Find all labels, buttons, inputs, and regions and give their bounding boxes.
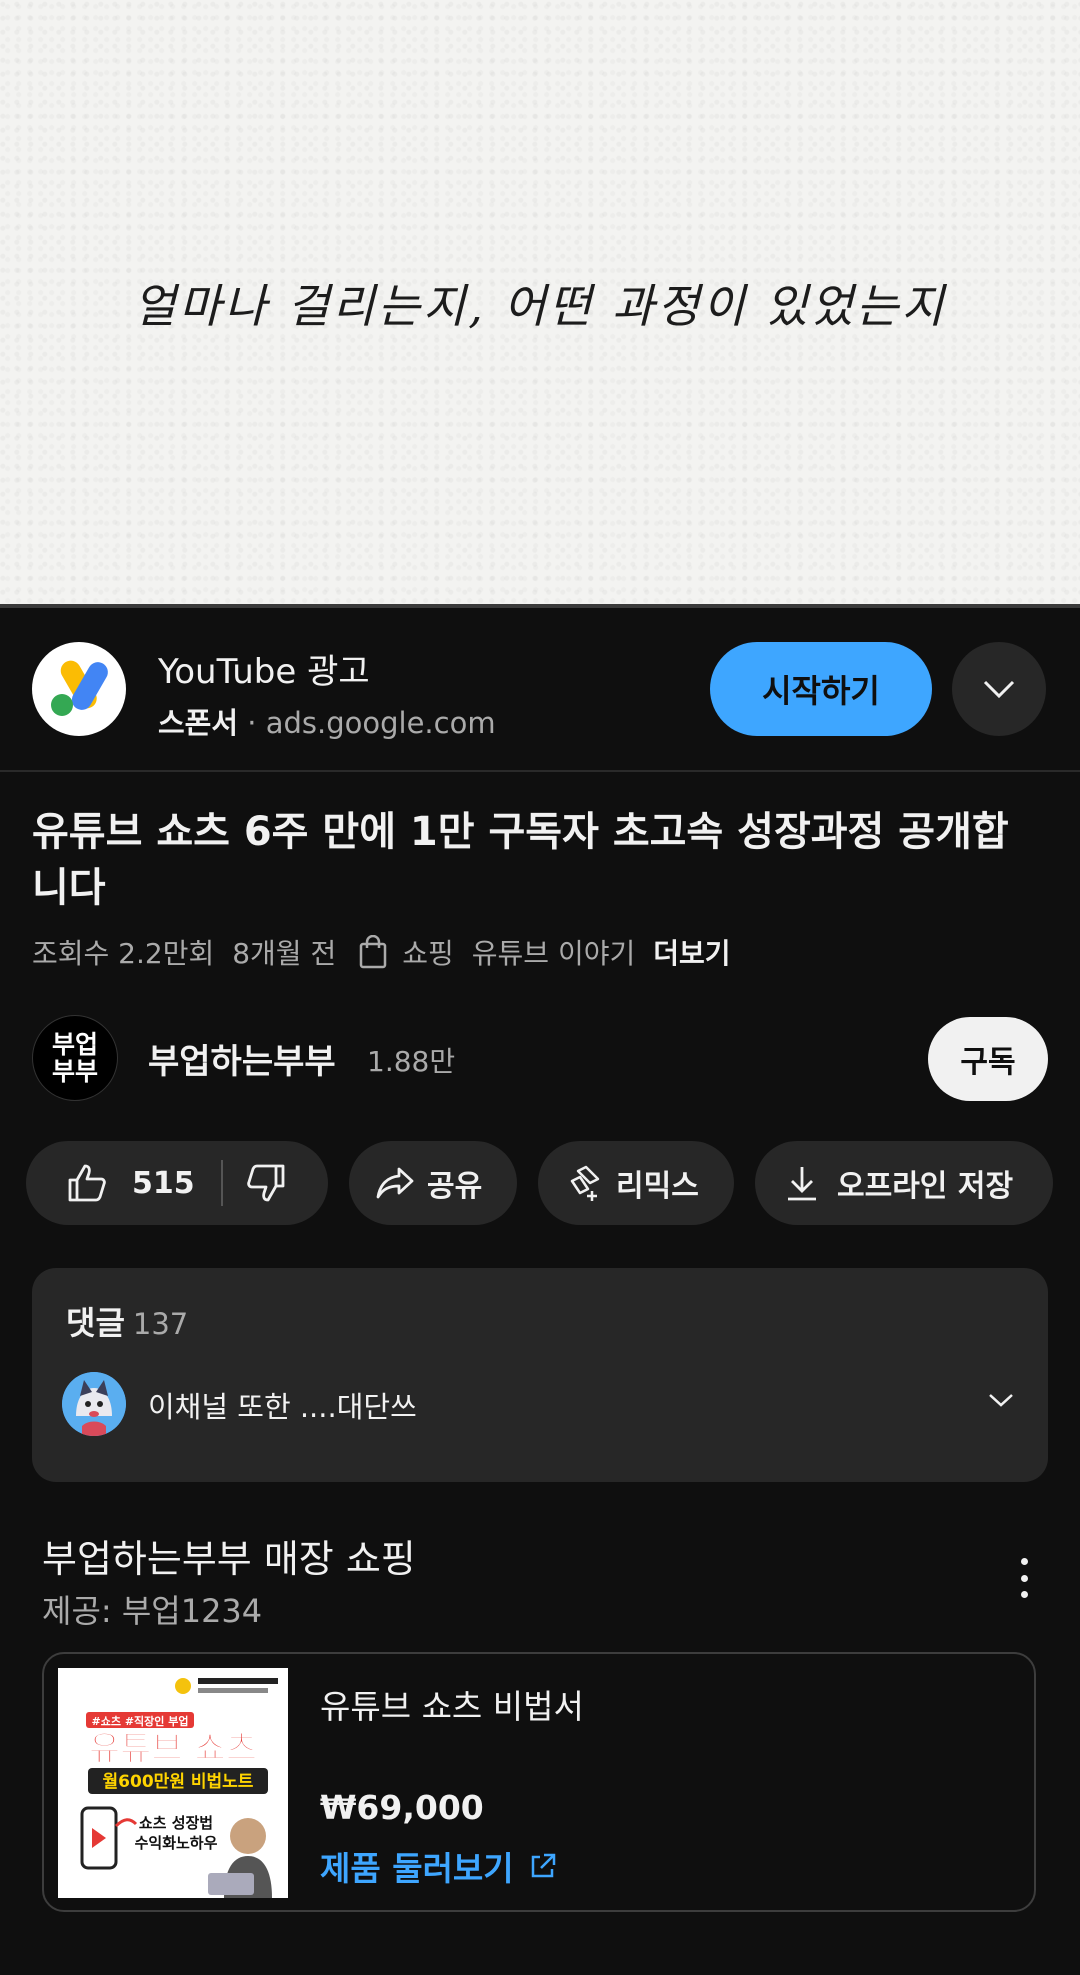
chevron-down-icon[interactable] (987, 1392, 1015, 1408)
shopping-bag-icon (358, 935, 388, 969)
video-title[interactable]: 유튜브 쇼츠 6주 만에 1만 구독자 초고속 성장과정 공개합니다 (32, 804, 1032, 916)
commenter-avatar (62, 1372, 126, 1436)
svg-text:쇼츠 성장법: 쇼츠 성장법 (139, 1814, 213, 1832)
thumbs-down-icon[interactable] (245, 1162, 287, 1204)
video-player[interactable]: 얼마나 걸리는지, 어떤 과정이 있었는지 (0, 0, 1080, 604)
svg-text:#쇼츠 #직장인 부업: #쇼츠 #직장인 부업 (92, 1714, 189, 1728)
upload-age: 8개월 전 (232, 937, 337, 970)
svg-text:유튜브 쇼츠: 유튜브 쇼츠 (89, 1729, 257, 1769)
view-product-label: 제품 둘러보기 (320, 1849, 514, 1888)
remix-icon (570, 1165, 600, 1201)
video-meta[interactable]: 조회수 2.2만회 8개월 전 쇼핑 유튜브 이야기 더보기 (32, 932, 749, 972)
share-label: 공유 (427, 1169, 483, 1204)
ad-sponsor-line: 스폰서 · ads.google.com (158, 700, 496, 742)
shopping-label: 쇼핑 (402, 937, 454, 970)
channel-avatar-text: 부업 부부 (51, 1030, 98, 1086)
download-label: 오프라인 저장 (837, 1169, 1014, 1204)
comments-header: 댓글 137 (66, 1298, 188, 1344)
channel-avatar[interactable]: 부업 부부 (32, 1015, 118, 1101)
like-count[interactable]: 515 (132, 1166, 195, 1201)
share-icon (376, 1167, 414, 1199)
product-name: 유튜브 쇼츠 비법서 (320, 1687, 584, 1726)
subscribe-button[interactable]: 구독 (928, 1017, 1048, 1101)
channel-name[interactable]: 부업하는부부 (148, 1034, 336, 1083)
comments-panel[interactable]: 댓글 137 이채널 또한 ....대단쓰 (32, 1268, 1048, 1482)
ad-banner[interactable]: YouTube 광고 스폰서 · ads.google.com 시작하기 (0, 608, 1080, 772)
chevron-down-icon (983, 680, 1015, 699)
subscriber-count: 1.88만 (367, 1045, 456, 1078)
product-price: ₩69,000 (320, 1788, 484, 1827)
external-link-icon (531, 1853, 555, 1878)
shop-provider: 제공: 부업1234 (42, 1592, 263, 1630)
view-count: 조회수 2.2만회 (32, 937, 215, 970)
ad-separator: · (247, 706, 257, 740)
more-options-icon[interactable] (1012, 1558, 1036, 1598)
ad-start-button[interactable]: 시작하기 (710, 642, 932, 736)
product-thumbnail: #쇼츠 #직장인 부업 유튜브 쇼츠 월600만원 비법노트 쇼츠 성장법 수익… (58, 1668, 288, 1898)
top-comment-text: 이채널 또한 ....대단쓰 (148, 1390, 417, 1424)
ad-domain: ads.google.com (265, 706, 496, 740)
remix-button[interactable]: 리믹스 (538, 1141, 734, 1225)
thumbs-up-icon[interactable] (66, 1162, 108, 1204)
google-ads-logo-icon (32, 642, 126, 736)
download-button[interactable]: 오프라인 저장 (755, 1141, 1053, 1225)
product-card[interactable]: #쇼츠 #직장인 부업 유튜브 쇼츠 월600만원 비법노트 쇼츠 성장법 수익… (42, 1652, 1036, 1912)
like-divider (220, 1160, 223, 1206)
comments-count: 137 (132, 1307, 189, 1341)
svg-text:수익화노하우: 수익화노하우 (135, 1834, 218, 1852)
video-caption: 얼마나 걸리는지, 어떤 과정이 있었는지 (133, 279, 947, 333)
remix-label: 리믹스 (616, 1169, 699, 1204)
comments-label: 댓글 (66, 1304, 125, 1342)
ad-title: YouTube 광고 (158, 652, 370, 692)
like-dislike-group: 515 (26, 1141, 328, 1225)
more-button[interactable]: 더보기 (653, 932, 730, 972)
tag-label[interactable]: 유튜브 이야기 (472, 932, 635, 972)
sponsor-label: 스폰서 (158, 706, 239, 740)
svg-text:월600만원 비법노트: 월600만원 비법노트 (103, 1772, 254, 1792)
download-icon (788, 1167, 816, 1201)
share-button[interactable]: 공유 (349, 1141, 517, 1225)
view-product-link[interactable]: 제품 둘러보기 (320, 1842, 558, 1890)
shop-section-title: 부업하는부부 매장 쇼핑 (42, 1537, 416, 1581)
ad-expand-button[interactable] (952, 642, 1046, 736)
